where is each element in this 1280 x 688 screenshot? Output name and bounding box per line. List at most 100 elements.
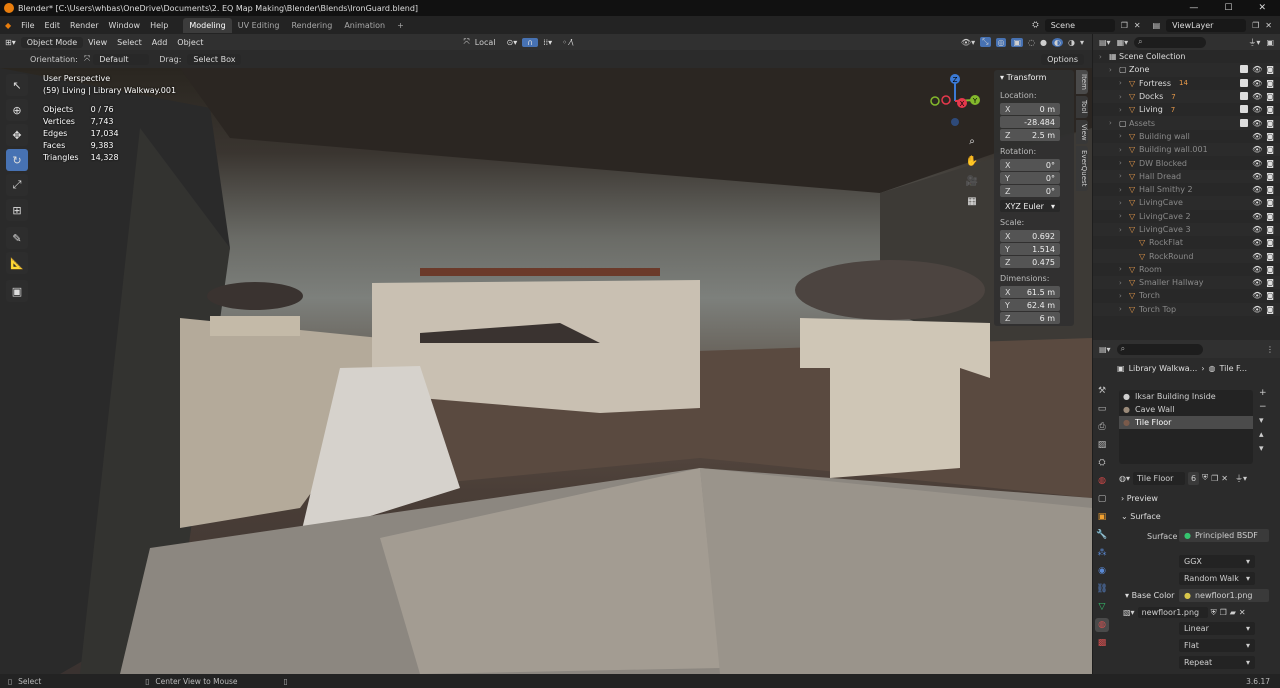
orientation-icon[interactable]: ⤧ <box>458 37 474 47</box>
close-button[interactable]: ✕ <box>1258 3 1266 13</box>
tab-view[interactable]: View <box>1076 119 1088 145</box>
scale-tool-icon[interactable]: ⤢ <box>6 174 28 196</box>
outliner-row[interactable]: › ▽ LivingCave 2 👁 ◙ <box>1093 210 1280 223</box>
menu-render[interactable]: Render <box>65 21 103 30</box>
outliner-row[interactable]: › ▽ Fortress 14 👁 ◙ <box>1093 77 1280 90</box>
extension-dropdown[interactable]: Repeat ▾ <box>1179 656 1255 669</box>
expand-arrow-icon[interactable]: › <box>1119 305 1129 313</box>
editor-type-button[interactable]: ⊞▾ <box>0 38 21 47</box>
material-browse-icon[interactable]: ◍▾ <box>1119 474 1130 483</box>
annotate-tool-icon[interactable]: ✎ <box>6 227 28 249</box>
remove-slot-button[interactable]: − <box>1259 402 1267 412</box>
tool-tab-icon[interactable]: ⚒ <box>1095 384 1109 398</box>
orientation-dropdown[interactable]: Default <box>93 53 150 65</box>
gizmo-neg-y[interactable] <box>930 96 940 106</box>
shading-options-icon[interactable]: ▾ <box>1080 38 1084 47</box>
expand-arrow-icon[interactable]: › <box>1099 53 1109 61</box>
outliner-row[interactable]: › ▽ Building wall 👁 ◙ <box>1093 130 1280 143</box>
tab-rendering[interactable]: Rendering <box>285 18 338 33</box>
transform-orientation-selector[interactable]: Local <box>475 38 502 47</box>
camera-icon[interactable]: ◙ <box>1266 252 1274 261</box>
menu-view[interactable]: View <box>83 38 112 47</box>
dimension-z-field[interactable]: Z 6 m <box>1000 312 1060 324</box>
view-layer-selector[interactable]: ViewLayer <box>1166 18 1247 32</box>
eye-icon[interactable]: 👁 <box>1252 265 1262 274</box>
expand-arrow-icon[interactable]: › <box>1119 132 1129 140</box>
unlink-icon[interactable]: ✕ <box>1221 474 1228 483</box>
texture-tab-icon[interactable]: ▩ <box>1095 636 1109 650</box>
eye-icon[interactable]: 👁 <box>1252 185 1262 194</box>
filter-icon[interactable]: ⏚▾ <box>1248 37 1260 48</box>
navigation-gizmo[interactable]: Z X Y <box>924 70 986 132</box>
3d-viewport[interactable] <box>0 68 1092 674</box>
outliner-row[interactable]: › ▢ Zone 👁 ◙ <box>1093 63 1280 77</box>
camera-icon[interactable]: ◙ <box>1266 278 1274 287</box>
camera-icon[interactable]: ◙ <box>1266 79 1274 88</box>
subsurface-method-dropdown[interactable]: Random Walk ▾ <box>1179 572 1255 585</box>
image-name-field[interactable]: newfloor1.png <box>1137 607 1208 618</box>
scale-y-field[interactable]: Y 1.514 <box>1000 243 1060 255</box>
menu-edit[interactable]: Edit <box>40 21 66 30</box>
base-color-field[interactable]: ● newfloor1.png <box>1179 589 1269 602</box>
exclude-checkbox[interactable] <box>1240 78 1249 87</box>
shading-rendered-icon[interactable]: ◑ <box>1068 38 1075 47</box>
gizmo-neg-z[interactable] <box>951 118 959 126</box>
scale-z-field[interactable]: Z 0.475 <box>1000 256 1060 268</box>
outliner-row[interactable]: › ▽ Living 7 👁 ◙ <box>1093 103 1280 116</box>
tab-everquest[interactable]: EverQuest <box>1076 146 1088 191</box>
new-scene-icon[interactable]: ❐ <box>1121 21 1128 30</box>
camera-icon[interactable]: ◙ <box>1266 105 1274 114</box>
cursor-tool-icon[interactable]: ⊕ <box>6 99 28 121</box>
expand-arrow-icon[interactable]: › <box>1109 66 1119 74</box>
outliner-row[interactable]: › ▽ LivingCave 3 👁 ◙ <box>1093 222 1280 237</box>
expand-arrow-icon[interactable]: › <box>1119 106 1129 114</box>
menu-help[interactable]: Help <box>145 21 173 30</box>
camera-icon[interactable]: ◙ <box>1266 291 1274 300</box>
outliner-row[interactable]: › ▢ Assets 👁 ◙ <box>1093 116 1280 130</box>
zoom-icon[interactable]: ⌕ <box>963 132 981 150</box>
material-slot[interactable]: ● Cave Wall <box>1119 403 1253 416</box>
unlink-icon[interactable]: ✕ <box>1239 608 1246 617</box>
open-folder-icon[interactable]: ▰ <box>1230 608 1236 617</box>
new-collection-icon[interactable]: ▣ <box>1266 38 1274 47</box>
rotation-z-field[interactable]: Z 0° <box>1000 185 1060 197</box>
expand-arrow-icon[interactable]: › <box>1119 292 1129 300</box>
scale-x-field[interactable]: X 0.692 <box>1000 230 1060 242</box>
camera-icon[interactable]: ◙ <box>1266 172 1274 181</box>
outliner-row[interactable]: › ▽ Room 👁 ◙ <box>1093 263 1280 276</box>
camera-icon[interactable]: ◙ <box>1266 185 1274 194</box>
snap-icon[interactable]: ∩ <box>522 37 539 47</box>
outliner-row[interactable]: › ▽ Torch Top 👁 ◙ <box>1093 302 1280 316</box>
camera-icon[interactable]: ◙ <box>1266 159 1274 168</box>
transform-header[interactable]: ▾ Transform <box>994 70 1074 85</box>
duplicate-icon[interactable]: ❐ <box>1211 474 1218 483</box>
world-tab-icon[interactable]: ◍ <box>1095 474 1109 488</box>
fake-user-icon[interactable]: ⛨ <box>1202 473 1208 483</box>
object-tab-icon[interactable]: ▣ <box>1095 510 1109 524</box>
data-tab-icon[interactable]: ▽ <box>1095 600 1109 614</box>
outliner-row[interactable]: › ▽ Smaller Hallway 👁 ◙ <box>1093 276 1280 290</box>
overlay-toggle-icon[interactable]: ◎ <box>995 37 1007 47</box>
drag-dropdown[interactable]: Select Box <box>187 53 242 65</box>
tab-uv-editing[interactable]: UV Editing <box>232 18 286 33</box>
camera-icon[interactable]: ◙ <box>1266 225 1274 234</box>
material-tab-icon[interactable]: ◍ <box>1095 618 1109 632</box>
expand-arrow-icon[interactable]: › <box>1109 119 1119 127</box>
exclude-checkbox[interactable] <box>1240 105 1249 114</box>
eye-icon[interactable]: 👁 <box>1252 212 1262 221</box>
eye-icon[interactable]: 👁 <box>1252 172 1262 181</box>
material-slot[interactable]: ● Iksar Building Inside <box>1119 390 1253 403</box>
eye-icon[interactable]: 👁 <box>1252 132 1262 141</box>
location-z-field[interactable]: Z 2.5 m <box>1000 129 1060 141</box>
measure-tool-icon[interactable]: 📐 <box>6 252 28 274</box>
camera-icon[interactable]: ◙ <box>1266 145 1274 154</box>
tab-tool[interactable]: Tool <box>1076 95 1088 118</box>
editor-type-icon[interactable]: ◆ <box>0 21 16 30</box>
menu-add[interactable]: Add <box>147 38 173 47</box>
view-layer-tab-icon[interactable]: ▨ <box>1095 438 1109 452</box>
rotation-mode-dropdown[interactable]: XYZ Euler ▾ <box>1000 200 1060 212</box>
output-tab-icon[interactable]: ⎙ <box>1095 420 1109 434</box>
eye-icon[interactable]: 👁 <box>1252 159 1262 168</box>
material-slot-selected[interactable]: ● Tile Floor <box>1119 416 1253 429</box>
maximize-button[interactable]: ☐ <box>1224 3 1232 13</box>
